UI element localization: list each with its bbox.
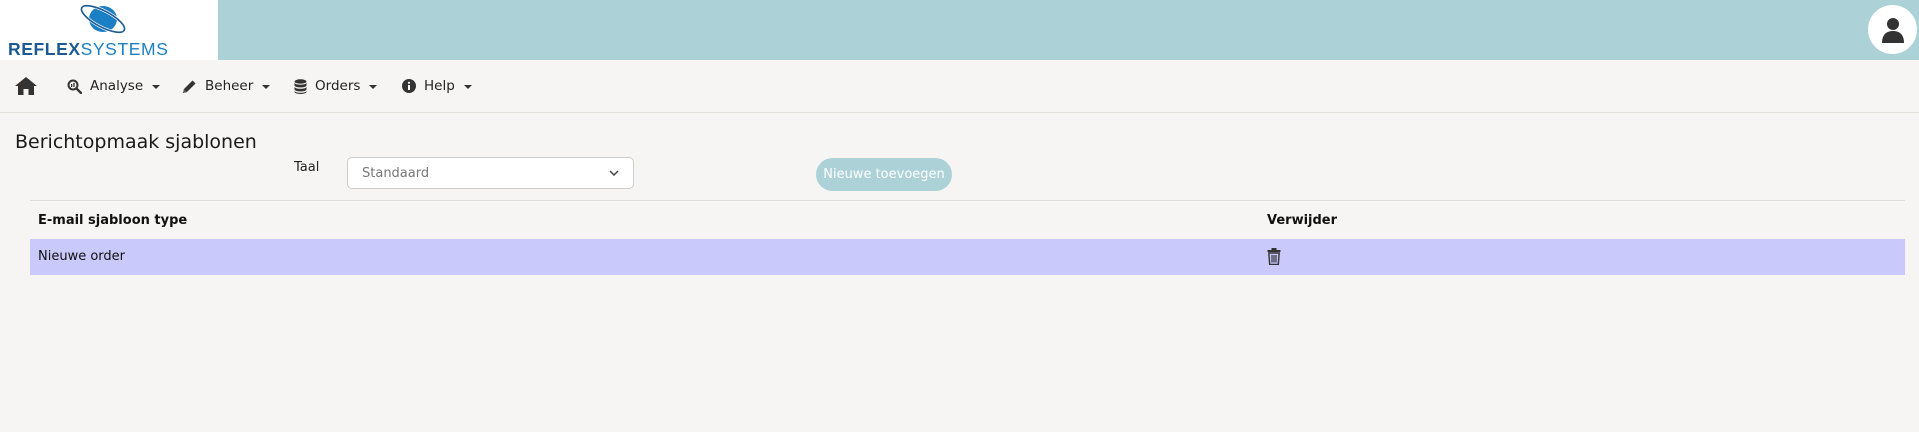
add-new-button[interactable]: Nieuwe toevoegen xyxy=(816,158,952,191)
main-navbar: Analyse Beheer Orders Help xyxy=(0,60,1919,113)
nav-beheer-label: Beheer xyxy=(205,78,254,94)
nav-analyse[interactable]: Analyse xyxy=(67,76,161,96)
column-header-type: E-mail sjabloon type xyxy=(38,213,188,228)
home-icon[interactable] xyxy=(14,76,38,96)
user-account-button[interactable] xyxy=(1868,5,1917,54)
pencil-icon xyxy=(183,80,196,93)
chevron-down-icon xyxy=(262,85,271,89)
nav-orders[interactable]: Orders xyxy=(294,76,378,96)
chevron-down-icon xyxy=(609,170,619,176)
database-icon xyxy=(294,78,307,94)
top-header: REFLEXSYSTEMS xyxy=(0,0,1919,60)
logo-globe-icon xyxy=(79,4,127,34)
logo-text: REFLEXSYSTEMS xyxy=(8,39,169,59)
nav-help-label: Help xyxy=(424,78,455,94)
language-select[interactable]: Standaard xyxy=(347,157,634,189)
language-label: Taal xyxy=(294,160,320,175)
info-icon xyxy=(402,79,416,93)
nav-beheer[interactable]: Beheer xyxy=(182,76,271,96)
chevron-down-icon xyxy=(152,85,161,89)
chevron-down-icon xyxy=(369,85,378,89)
nav-help[interactable]: Help xyxy=(402,76,472,96)
logo[interactable]: REFLEXSYSTEMS xyxy=(0,0,218,60)
search-chart-icon xyxy=(67,79,82,94)
table-row[interactable]: Nieuwe order xyxy=(30,239,1905,275)
column-header-delete: Verwijder xyxy=(1267,213,1338,228)
chevron-down-icon xyxy=(463,85,472,89)
user-icon xyxy=(1881,17,1904,43)
page-title: Berichtopmaak sjablonen xyxy=(15,131,257,153)
language-select-value: Standaard xyxy=(362,165,430,181)
nav-orders-label: Orders xyxy=(315,78,361,94)
trash-icon[interactable] xyxy=(1267,248,1281,265)
nav-analyse-label: Analyse xyxy=(90,78,144,94)
row-type-cell: Nieuwe order xyxy=(38,249,126,264)
divider xyxy=(30,200,1905,201)
